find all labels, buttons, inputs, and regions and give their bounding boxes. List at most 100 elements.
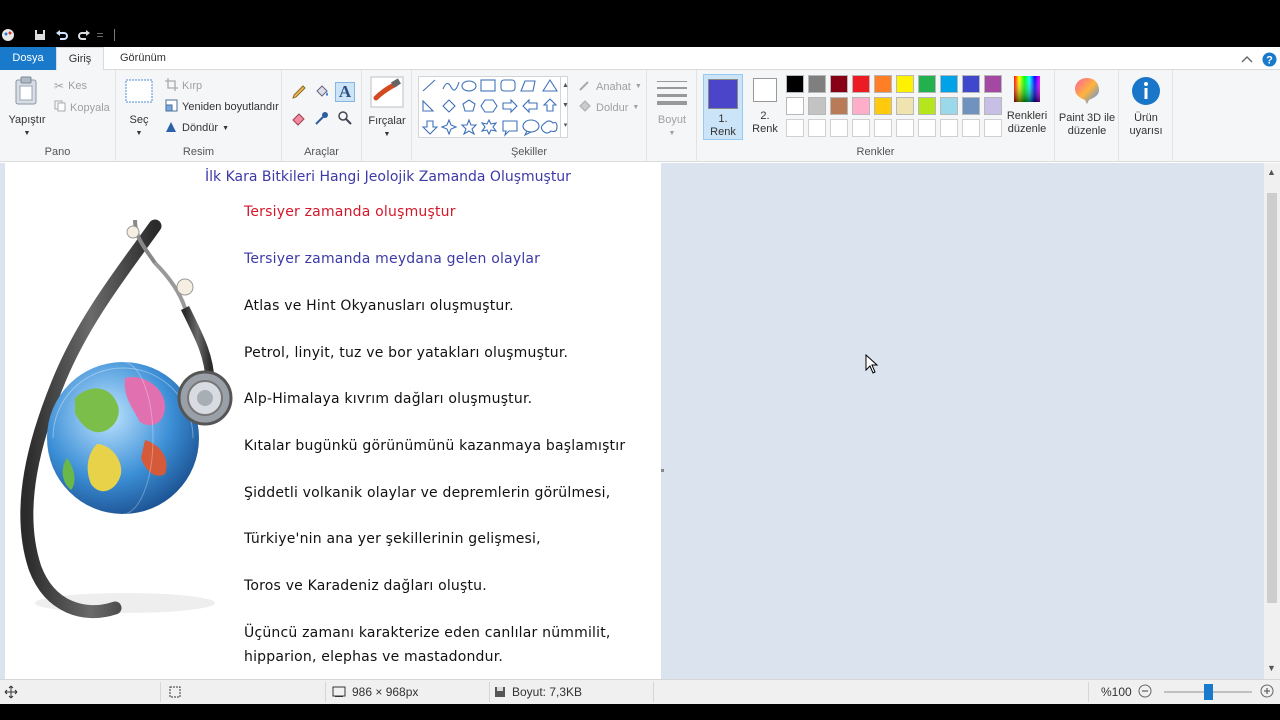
zoom-slider-thumb[interactable]	[1204, 684, 1213, 700]
palette-color-swatch[interactable]	[896, 97, 914, 115]
screen-bottom-edge	[0, 704, 1280, 720]
color-palette	[786, 75, 1010, 141]
palette-empty-swatch[interactable]	[896, 119, 914, 137]
palette-color-swatch[interactable]	[808, 97, 826, 115]
palette-empty-swatch[interactable]	[962, 119, 980, 137]
crop-button[interactable]: Kırp	[165, 78, 202, 94]
canvas-resize-handle[interactable]	[661, 469, 664, 472]
colors-group-label: Renkler	[856, 146, 895, 158]
pencil-icon[interactable]	[291, 84, 307, 100]
eraser-icon[interactable]	[291, 110, 307, 126]
brushes-dropdown-icon: ▼	[383, 131, 391, 138]
edit-colors-line1: Renkleri	[1006, 110, 1048, 122]
undo-icon[interactable]	[54, 27, 70, 43]
color-picker-icon[interactable]	[314, 110, 330, 126]
palette-color-swatch[interactable]	[940, 97, 958, 115]
size-button[interactable]: Boyut ▼	[653, 78, 691, 140]
fill-button[interactable]: Doldur ▼	[578, 99, 639, 116]
palette-color-swatch[interactable]	[830, 97, 848, 115]
paint3d-icon	[1075, 78, 1099, 104]
palette-color-swatch[interactable]	[852, 97, 870, 115]
palette-empty-swatch[interactable]	[808, 119, 826, 137]
palette-empty-swatch[interactable]	[940, 119, 958, 137]
palette-empty-swatch[interactable]	[984, 119, 1002, 137]
ribbon: Yapıştır ▼ ✂ Kes Kopyala Pano Seç ▼ Kırp…	[0, 70, 1280, 162]
help-icon[interactable]: ?	[1262, 51, 1277, 67]
palette-empty-swatch[interactable]	[852, 119, 870, 137]
edit-colors-line2: düzenle	[1007, 123, 1047, 135]
save-icon[interactable]	[32, 27, 48, 43]
copy-icon	[54, 100, 66, 115]
shapes-gallery	[418, 76, 568, 138]
redo-icon[interactable]	[76, 27, 92, 43]
document-line-6: Kıtalar bugünkü görünümünü kazanmaya baş…	[244, 438, 626, 454]
document-line-5: Alp-Himalaya kıvrım dağları oluşmuştur.	[244, 391, 533, 407]
status-divider	[489, 682, 490, 702]
tab-home[interactable]: Giriş	[56, 47, 104, 71]
rotate-dropdown-icon: ▼	[222, 124, 230, 132]
mouse-cursor-icon	[865, 354, 879, 374]
scroll-up-icon[interactable]: ▲	[1267, 167, 1276, 177]
select-button[interactable]: Seç ▼	[122, 78, 156, 140]
color2-button[interactable]: 2. Renk	[747, 74, 783, 136]
palette-color-swatch[interactable]	[918, 97, 936, 115]
status-divider	[325, 682, 326, 702]
palette-empty-swatch[interactable]	[874, 119, 892, 137]
vertical-scrollbar[interactable]: ▲ ▼	[1264, 163, 1280, 679]
palette-color-swatch[interactable]	[808, 75, 826, 93]
zoom-in-button[interactable]	[1260, 684, 1274, 698]
qat-divider	[114, 29, 115, 41]
tab-file[interactable]: Dosya	[0, 47, 56, 70]
brushes-label: Fırçalar	[368, 115, 406, 127]
palette-color-swatch[interactable]	[852, 75, 870, 93]
palette-color-swatch[interactable]	[874, 75, 892, 93]
paint-app-icon[interactable]	[0, 27, 16, 43]
collapse-ribbon-icon[interactable]	[1240, 51, 1254, 67]
palette-color-swatch[interactable]	[918, 75, 936, 93]
text-tool-icon[interactable]: A	[335, 82, 355, 102]
scroll-down-icon[interactable]: ▼	[1267, 663, 1276, 673]
resize-button[interactable]: Yeniden boyutlandır	[165, 99, 279, 115]
zoom-out-button[interactable]	[1138, 684, 1152, 698]
image-canvas[interactable]: İlk Kara Bitkileri Hangi Jeolojik Zamand…	[5, 163, 661, 679]
palette-color-swatch[interactable]	[984, 97, 1002, 115]
scrollbar-thumb[interactable]	[1267, 193, 1277, 603]
palette-color-swatch[interactable]	[830, 75, 848, 93]
magnifier-icon[interactable]	[337, 110, 353, 126]
palette-color-swatch[interactable]	[896, 75, 914, 93]
palette-color-swatch[interactable]	[940, 75, 958, 93]
globe-stethoscope-image	[20, 219, 233, 619]
color2-label-line2: Renk	[752, 123, 778, 135]
paste-dropdown-icon: ▼	[23, 130, 31, 137]
paste-button[interactable]: Yapıştır ▼	[6, 76, 48, 140]
palette-color-swatch[interactable]	[786, 75, 804, 93]
image-group-label: Resim	[182, 146, 215, 158]
palette-color-swatch[interactable]	[786, 97, 804, 115]
shapes-scroll[interactable]: ▲ ▼ ▾	[560, 76, 570, 138]
palette-empty-swatch[interactable]	[786, 119, 804, 137]
copy-button[interactable]: Kopyala	[54, 100, 110, 115]
cut-button[interactable]: ✂ Kes	[54, 79, 87, 93]
brushes-button[interactable]: Fırçalar ▼	[368, 76, 406, 141]
zoom-out-icon	[1138, 684, 1152, 698]
color2-label-line1: 2.	[760, 110, 770, 122]
product-alert-button[interactable]: Ürün uyarısı	[1123, 76, 1169, 138]
fill-bucket-icon[interactable]	[314, 84, 330, 100]
edit-colors-button[interactable]: Renkleri düzenle	[1005, 74, 1049, 136]
palette-color-swatch[interactable]	[962, 97, 980, 115]
rotate-button[interactable]: Döndür ▼	[165, 120, 229, 136]
palette-empty-swatch[interactable]	[918, 119, 936, 137]
palette-color-swatch[interactable]	[984, 75, 1002, 93]
customize-qat-icon[interactable]: =	[92, 27, 108, 43]
canvas-workspace: İlk Kara Bitkileri Hangi Jeolojik Zamand…	[0, 163, 1264, 679]
outline-button[interactable]: Anahat ▼	[578, 78, 642, 95]
resize-icon	[165, 99, 178, 115]
palette-color-swatch[interactable]	[962, 75, 980, 93]
zoom-slider[interactable]	[1164, 684, 1252, 700]
palette-color-swatch[interactable]	[874, 97, 892, 115]
scissors-icon: ✂	[54, 79, 65, 93]
color1-button[interactable]: 1. Renk	[703, 74, 743, 140]
tab-view[interactable]: Görünüm	[108, 47, 178, 70]
edit-with-paint3d-button[interactable]: Paint 3D ile düzenle	[1057, 76, 1117, 138]
palette-empty-swatch[interactable]	[830, 119, 848, 137]
